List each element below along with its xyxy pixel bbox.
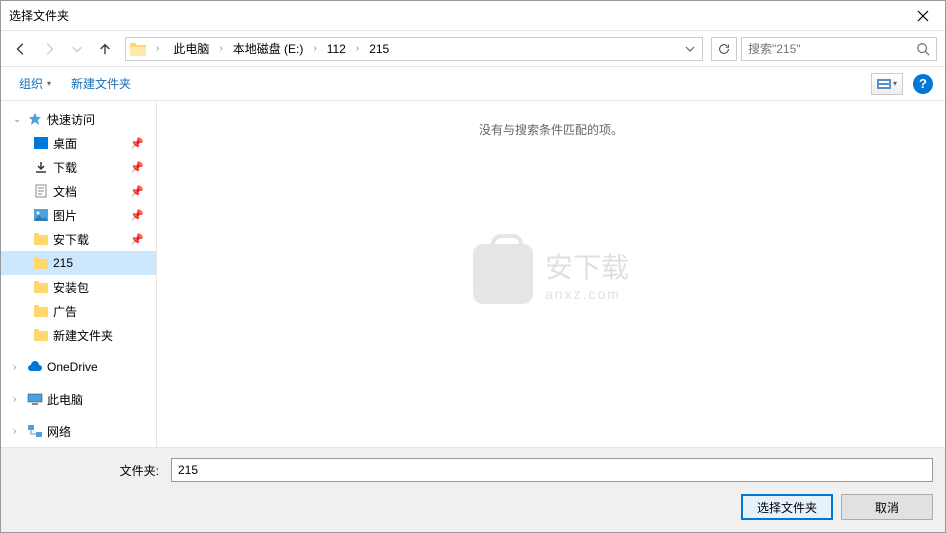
sidebar-item-desktop[interactable]: 桌面📌 [1,131,156,155]
empty-message: 没有与搜索条件匹配的项。 [479,121,623,138]
folder-icon [33,304,49,318]
watermark-text: 安下载 anxz.com [545,246,629,302]
close-button[interactable] [900,1,945,31]
star-icon [27,112,43,126]
chevron-down-icon [70,42,84,56]
folder-icon [33,232,49,246]
desktop-icon [33,136,49,150]
arrow-left-icon [14,42,28,56]
refresh-button[interactable] [711,37,737,61]
toolbar: 组织▾ 新建文件夹 ▾ ? [1,67,945,101]
breadcrumb-item[interactable]: 此电脑 [169,38,213,59]
view-icon [877,79,891,89]
search-icon [916,42,930,56]
breadcrumb[interactable]: 此电脑› 本地磁盘 (E:)› 112› 215 [169,38,393,59]
watermark-logo-icon [473,244,533,304]
select-folder-button[interactable]: 选择文件夹 [741,494,833,520]
pin-icon: 📌 [130,233,144,246]
download-icon [33,160,49,174]
up-button[interactable] [93,37,117,61]
arrow-right-icon [42,42,56,56]
folder-icon [33,328,49,342]
folder-name-label: 文件夹: [13,462,163,479]
arrow-up-icon [98,42,112,56]
chevron-right-icon: › [352,41,363,56]
pin-icon: 📌 [130,209,144,222]
sidebar-item-network[interactable]: ›网络 [1,419,156,443]
pin-icon: 📌 [130,161,144,174]
chevron-down-icon: ⌄ [13,114,23,125]
view-options-button[interactable]: ▾ [871,73,903,95]
refresh-icon [717,42,731,56]
forward-button[interactable] [37,37,61,61]
network-icon [27,424,43,438]
content-area: 没有与搜索条件匹配的项。 安下载 anxz.com [157,101,945,447]
sidebar-item-onedrive[interactable]: ›OneDrive [1,355,156,379]
chevron-right-icon: › [152,41,163,56]
sidebar-item-documents[interactable]: 文档📌 [1,179,156,203]
sidebar-item-thispc[interactable]: ›此电脑 [1,387,156,411]
pin-icon: 📌 [130,185,144,198]
recent-dropdown[interactable] [65,37,89,61]
breadcrumb-item[interactable]: 本地磁盘 (E:) [229,38,308,59]
cancel-button[interactable]: 取消 [841,494,933,520]
chevron-down-icon: ▾ [47,79,51,88]
folder-name-input[interactable] [171,458,933,482]
navigation-bar: › 此电脑› 本地磁盘 (E:)› 112› 215 [1,31,945,67]
new-folder-button[interactable]: 新建文件夹 [65,71,137,96]
footer: 文件夹: 选择文件夹 取消 [1,447,945,532]
chevron-right-icon: › [13,426,23,437]
folder-icon [33,280,49,294]
sidebar-item-newfolder[interactable]: 新建文件夹 [1,323,156,347]
chevron-right-icon: › [215,41,226,56]
sidebar-item-anzhuangbao[interactable]: 安装包 [1,275,156,299]
organize-button[interactable]: 组织▾ [13,71,57,96]
address-bar[interactable]: › 此电脑› 本地磁盘 (E:)› 112› 215 [125,37,703,61]
chevron-right-icon: › [309,41,320,56]
sidebar-item-downloads[interactable]: 下载📌 [1,155,156,179]
help-icon: ? [919,76,927,91]
window-title: 选择文件夹 [9,7,69,24]
document-icon [33,184,49,198]
sidebar: ⌄ 快速访问 桌面📌 下载📌 文档📌 图片📌 安下载📌 215 安装包 广告 新… [1,101,157,447]
computer-icon [27,392,43,406]
folder-icon [33,256,49,270]
sidebar-item-guanggao[interactable]: 广告 [1,299,156,323]
pin-icon: 📌 [130,137,144,150]
help-button[interactable]: ? [913,74,933,94]
chevron-right-icon: › [13,362,23,373]
chevron-right-icon: › [13,394,23,405]
sidebar-item-anxiazai[interactable]: 安下载📌 [1,227,156,251]
search-input[interactable] [748,42,916,56]
pictures-icon [33,208,49,222]
title-bar: 选择文件夹 [1,1,945,31]
search-box[interactable] [741,37,937,61]
sidebar-item-quick-access[interactable]: ⌄ 快速访问 [1,107,156,131]
address-dropdown[interactable] [682,38,698,60]
sidebar-item-pictures[interactable]: 图片📌 [1,203,156,227]
watermark: 安下载 anxz.com [473,244,629,304]
main-area: ⌄ 快速访问 桌面📌 下载📌 文档📌 图片📌 安下载📌 215 安装包 广告 新… [1,101,945,447]
breadcrumb-item[interactable]: 215 [365,40,393,58]
back-button[interactable] [9,37,33,61]
cloud-icon [27,360,43,374]
chevron-down-icon [685,44,695,54]
folder-icon [130,42,146,56]
close-icon [917,10,929,22]
sidebar-item-215[interactable]: 215 [1,251,156,275]
breadcrumb-item[interactable]: 112 [323,40,350,58]
chevron-down-icon: ▾ [893,79,897,88]
